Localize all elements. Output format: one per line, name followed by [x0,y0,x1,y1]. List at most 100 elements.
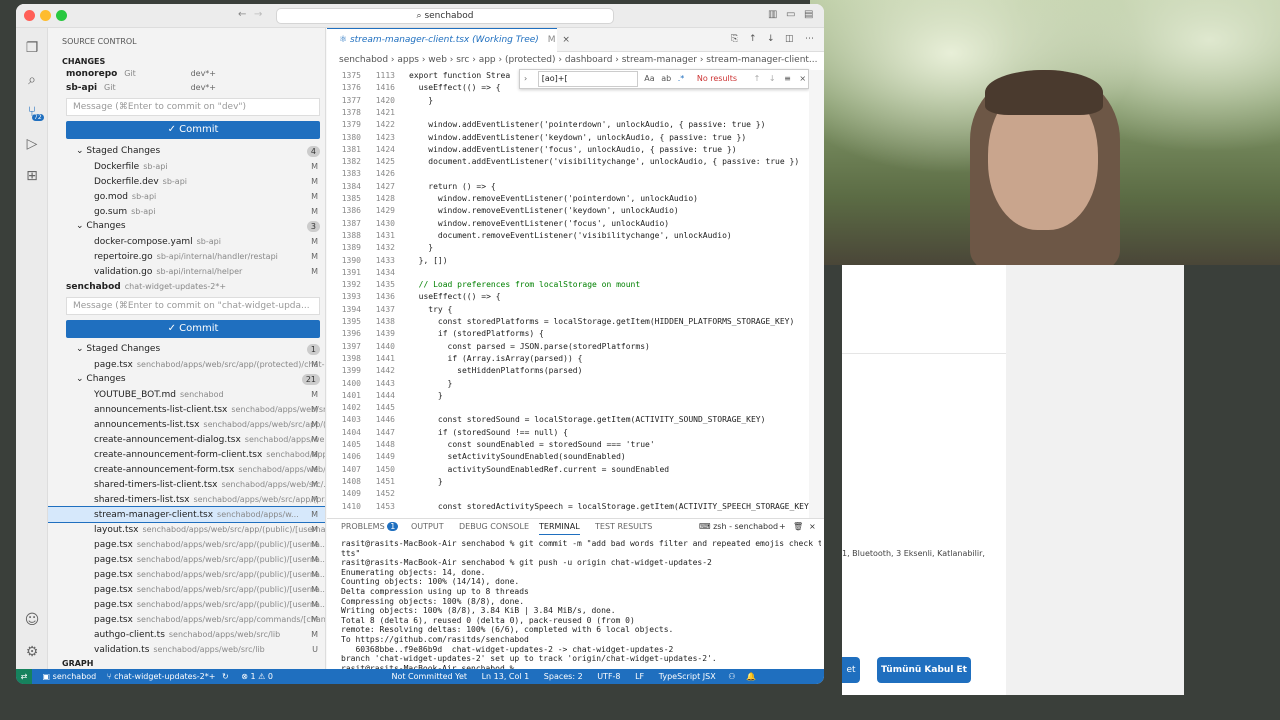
code-line[interactable]: 1379 1422 window.addEventListener('pointe… [327,119,824,131]
layout-toggle-icon[interactable]: ▥ [768,9,777,20]
code-line[interactable]: 1405 1448 const soundEnabled = storedSoun… [327,439,824,451]
changed-file-item[interactable]: page.tsx senchabod/apps/web/src/app/(publ… [48,537,325,552]
status-encoding[interactable]: UTF-8 [597,672,620,681]
prev-match-icon[interactable]: ↑ [754,74,761,83]
section-staged-changes-senchabod[interactable]: ⌄ Staged Changes 1 [48,342,325,357]
tab-terminal[interactable]: TERMINAL [539,519,580,535]
toggle-replace-icon[interactable]: › [524,74,527,83]
changed-file-item[interactable]: repertoire.go sb-api/internal/handler/res… [48,249,325,264]
find-in-selection-icon[interactable]: ≡ [784,74,791,83]
status-problems[interactable]: ⊗ 1 ⚠ 0 [241,672,273,681]
changed-file-item[interactable]: authgo-client.ts senchabod/apps/web/src/l… [48,627,325,642]
code-line[interactable]: 1398 1441 if (Array.isArray(parsed)) { [327,353,824,365]
code-line[interactable]: 1387 1430 window.removeEventListener('foc… [327,218,824,230]
repo-row-sb-api[interactable]: sb-api Git dev*+ [48,80,325,95]
status-commit-state[interactable]: Not Committed Yet [391,672,467,681]
extensions-icon[interactable]: ⊞ [24,168,40,184]
code-line[interactable]: 1384 1427 return () => { [327,181,824,193]
changed-file-item[interactable]: docker-compose.yaml sb-api M [48,234,325,249]
changed-file-item[interactable]: page.tsx senchabod/apps/web/src/app/(publ… [48,567,325,582]
prev-change-icon[interactable]: ↑ [749,34,757,44]
tab-stream-manager-client[interactable]: ⚛ stream-manager-client.tsx (Working Tre… [327,28,570,52]
code-line[interactable]: 1380 1423 window.addEventListener('keydow… [327,132,824,144]
code-line[interactable]: 1383 1426 [327,168,824,180]
code-line[interactable]: 1377 1420 } [327,95,824,107]
panel-toggle-icon[interactable]: ▭ [786,9,795,20]
code-line[interactable]: 1394 1437 try { [327,304,824,316]
commit-button-sb-api[interactable]: ✓ Commit [66,121,320,139]
changed-file-item[interactable]: page.tsx senchabod/apps/web/src/app/(publ… [48,582,325,597]
code-line[interactable]: 1396 1439 if (storedPlatforms) { [327,328,824,340]
changed-file-item[interactable]: validation.ts senchabod/apps/web/src/lib U [48,642,325,657]
close-find-icon[interactable]: × [799,74,806,83]
whole-word-icon[interactable]: ab [661,74,671,83]
staged-file-item[interactable]: Dockerfile.dev sb-api M [48,174,325,189]
partial-button[interactable]: et [842,657,860,683]
code-line[interactable]: 1406 1449 setActivitySoundEnabled(soundEn… [327,451,824,463]
status-language[interactable]: TypeScript JSX [659,672,716,681]
code-line[interactable]: 1390 1433 }, []) [327,255,824,267]
changed-file-item[interactable]: create-announcement-dialog.tsx senchabod/… [48,432,325,447]
changed-file-item[interactable]: page.tsx senchabod/apps/web/src/app/(publ… [48,552,325,567]
code-line[interactable]: 1381 1424 window.addEventListener('focus'… [327,144,824,156]
remote-icon[interactable]: ⇄ [16,669,32,684]
account-icon[interactable]: ☺ [24,612,40,628]
breadcrumb[interactable]: senchabod › apps › web › src › app › (pr… [327,52,824,68]
next-change-icon[interactable]: ↓ [767,34,775,44]
code-line[interactable]: 1400 1443 } [327,378,824,390]
changed-file-item[interactable]: validation.go sb-api/internal/helper M [48,264,325,279]
settings-gear-icon[interactable]: ⚙ [24,644,40,660]
search-view-icon[interactable]: ⌕ [24,72,40,88]
tab-debug-console[interactable]: DEBUG CONSOLE [459,519,529,535]
code-line[interactable]: 1386 1429 window.removeEventListener('key… [327,205,824,217]
terminal-output[interactable]: rasit@rasits-MacBook-Air senchabod % git… [327,535,824,673]
code-line[interactable]: 1404 1447 if (storedSound !== null) { [327,427,824,439]
code-line[interactable]: 1393 1436 useEffect(() => { [327,291,824,303]
code-line[interactable]: 1392 1435 // Load preferences from localS… [327,279,824,291]
code-line[interactable]: 1399 1442 setHiddenPlatforms(parsed) [327,365,824,377]
graph-section-header[interactable]: GRAPH [62,656,325,669]
command-center-search[interactable]: ⌕ senchabod [276,8,614,24]
terminal-shell-selector[interactable]: ⌨ zsh - senchabod [699,519,778,535]
commit-message-input-senchabod[interactable]: Message (⌘Enter to commit on "chat-widge… [66,297,320,315]
changed-file-item[interactable]: create-announcement-form.tsx senchabod/ap… [48,462,325,477]
code-line[interactable]: 1410 1453 const storedActivitySpeech = lo… [327,501,824,513]
tab-output[interactable]: OUTPUT [411,519,444,535]
code-line[interactable]: 1402 1445 [327,402,824,414]
code-line[interactable]: 1407 1450 activitySoundEnabledRef.current… [327,464,824,476]
code-line[interactable]: 1409 1452 [327,488,824,500]
sidebar-toggle-icon[interactable]: ▤ [804,9,813,20]
minimap[interactable] [809,70,824,518]
status-branch[interactable]: ⑂ chat-widget-updates-2*+ [107,672,216,681]
maximize-window-button[interactable] [56,10,67,21]
code-line[interactable]: 1401 1444 } [327,390,824,402]
staged-file-item[interactable]: go.sum sb-api M [48,204,325,219]
copilot-icon[interactable]: ⚇ [728,672,735,681]
repo-row-monorepo[interactable]: monorepo Git dev*+ [48,66,325,81]
staged-file-item[interactable]: Dockerfile sb-api M [48,159,325,174]
close-panel-icon[interactable]: × [809,519,816,535]
staged-file-item[interactable]: go.mod sb-api M [48,189,325,204]
code-line[interactable]: 1397 1440 const parsed = JSON.parse(store… [327,341,824,353]
next-match-icon[interactable]: ↓ [769,74,776,83]
code-line[interactable]: 1408 1451 } [327,476,824,488]
status-spaces[interactable]: Spaces: 2 [544,672,583,681]
changed-file-item[interactable]: page.tsx senchabod/apps/web/src/app/comma… [48,612,325,627]
new-terminal-icon[interactable]: + [779,519,786,535]
code-view[interactable]: 1375 1113 export function Strea 1376 1416 us… [327,70,824,518]
code-line[interactable]: 1382 1425 document.addEventListener('visi… [327,156,824,168]
staged-file-item[interactable]: page.tsx senchabod/apps/web/src/app/(prot… [48,357,325,372]
changed-file-item[interactable]: announcements-list-client.tsx senchabod/a… [48,402,325,417]
regex-icon[interactable]: .* [678,74,685,83]
run-debug-icon[interactable]: ▷ [24,136,40,152]
sync-icon[interactable]: ↻ [222,672,229,681]
changed-file-item[interactable]: shared-timers-list-client.tsx senchabod/a… [48,477,325,492]
kill-terminal-icon[interactable]: 🗑 [793,519,803,535]
code-line[interactable]: 1388 1431 document.removeEventListener('v… [327,230,824,242]
nav-forward-icon[interactable]: → [254,9,262,20]
changed-file-item[interactable]: shared-timers-list.tsx senchabod/apps/web… [48,492,325,507]
code-line[interactable]: 1391 1434 [327,267,824,279]
explorer-icon[interactable]: ❐ [24,40,40,56]
commit-button-senchabod[interactable]: ✓ Commit [66,320,320,338]
section-staged-changes-sb-api[interactable]: ⌄ Staged Changes 4 [48,144,325,159]
